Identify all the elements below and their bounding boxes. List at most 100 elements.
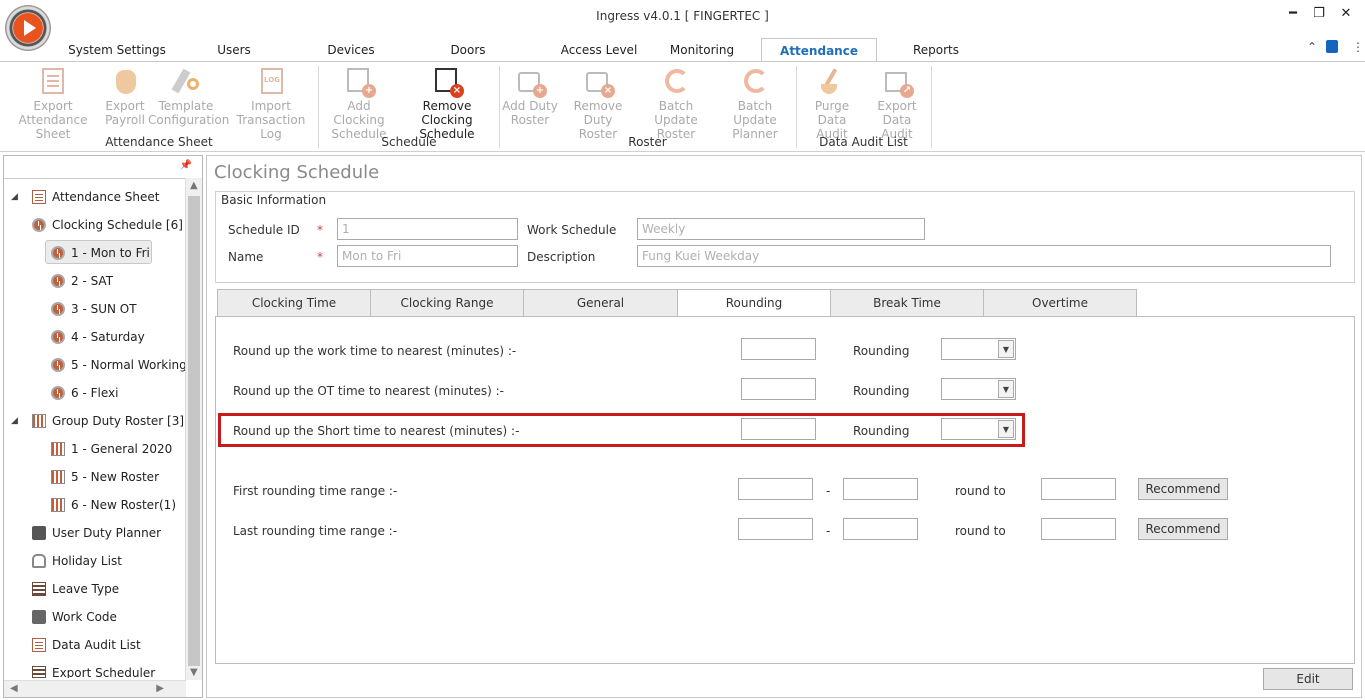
document-icon: [32, 637, 46, 652]
scroll-thumb[interactable]: [188, 196, 200, 666]
clock-icon: [51, 357, 65, 372]
scroll-up-icon[interactable]: ▲: [190, 180, 198, 191]
tree-item-data-audit-list[interactable]: Data Audit List: [32, 633, 141, 657]
chevron-down-icon[interactable]: ▼: [998, 380, 1014, 398]
tree-item-holiday-list[interactable]: Holiday List: [32, 549, 122, 573]
restore-button[interactable]: ❐: [1308, 4, 1330, 24]
tree-item-user-duty-planner[interactable]: User Duty Planner: [32, 521, 161, 545]
last-range-from-input[interactable]: [738, 518, 813, 540]
tree-item-leave-type[interactable]: Leave Type: [32, 577, 119, 601]
rounding-label: Rounding: [853, 344, 910, 358]
ot-time-rounding-input[interactable]: [741, 378, 816, 400]
close-button[interactable]: ✕: [1335, 4, 1357, 24]
office-icon[interactable]: Office: [1326, 40, 1338, 53]
tab-general[interactable]: General: [523, 289, 678, 317]
export-data-audit-button[interactable]: ↗ Export Data Audit: [866, 66, 928, 141]
tree-item-schedule-4[interactable]: 4 - Saturday: [51, 325, 145, 349]
last-range-recommend-button[interactable]: Recommend: [1138, 518, 1228, 540]
batch-update-planner-button[interactable]: Batch Update Planner: [716, 66, 794, 141]
more-options-icon[interactable]: ⋮: [1352, 40, 1364, 54]
page-title: Clocking Schedule: [214, 162, 380, 183]
tree-item-schedule-3[interactable]: 3 - SUN OT: [51, 297, 137, 321]
name-label: Name: [228, 250, 264, 264]
tree-item-work-code[interactable]: Work Code: [32, 605, 117, 629]
short-time-rounding-select[interactable]: ▼: [941, 418, 1016, 440]
menu-tab-doors[interactable]: Doors: [436, 38, 500, 62]
export-payroll-button[interactable]: Export Payroll: [104, 66, 146, 127]
tab-overtime[interactable]: Overtime: [983, 289, 1137, 317]
first-range-to-input[interactable]: [843, 478, 918, 500]
menu-tab-reports[interactable]: Reports: [900, 38, 972, 62]
range-dash: -: [826, 524, 831, 538]
chevron-down-icon[interactable]: ▼: [998, 420, 1014, 438]
menu-tab-monitoring[interactable]: Monitoring: [664, 38, 740, 62]
tab-rounding[interactable]: Rounding: [677, 289, 831, 318]
collapse-ribbon-icon[interactable]: ⌃: [1307, 40, 1317, 54]
last-range-to-input[interactable]: [843, 518, 918, 540]
chevron-down-icon[interactable]: ▼: [998, 340, 1014, 358]
scroll-down-icon[interactable]: ▼: [190, 667, 198, 678]
tree-item-schedule-2[interactable]: 2 - SAT: [51, 269, 113, 293]
scroll-left-icon[interactable]: ◀: [10, 683, 18, 694]
vertical-scrollbar[interactable]: ▲ ▼: [185, 178, 202, 680]
first-range-recommend-button[interactable]: Recommend: [1138, 478, 1228, 500]
remove-duty-roster-button[interactable]: × Remove Duty Roster: [561, 66, 635, 141]
pin-icon[interactable]: 📌: [180, 160, 192, 171]
menu-tab-users[interactable]: Users: [200, 38, 268, 62]
horizontal-scrollbar[interactable]: ◀ ▶: [4, 680, 186, 697]
tree-item-roster-1[interactable]: 1 - General 2020: [51, 437, 172, 461]
schedule-id-label: Schedule ID: [228, 223, 300, 237]
scroll-right-icon[interactable]: ▶: [156, 683, 164, 694]
batch-update-roster-button[interactable]: Batch Update Roster: [638, 66, 714, 141]
last-range-round-to-input[interactable]: [1041, 518, 1116, 540]
tab-clocking-time[interactable]: Clocking Time: [217, 289, 371, 317]
import-transaction-log-button[interactable]: LOG Import Transaction Log: [227, 66, 315, 141]
description-label: Description: [527, 250, 596, 264]
template-configuration-button[interactable]: Template Configuration: [148, 66, 229, 127]
description-field[interactable]: Fung Kuei Weekday: [637, 245, 1331, 267]
spreadsheet-icon: [38, 66, 68, 96]
tree-item-schedule-5[interactable]: 5 - Normal Working I: [51, 353, 186, 377]
expand-icon[interactable]: ◢: [11, 416, 18, 426]
work-schedule-label: Work Schedule: [527, 223, 617, 237]
purge-data-audit-button[interactable]: Purge Data Audit: [800, 66, 864, 141]
tree-item-roster-6[interactable]: 6 - New Roster(1): [51, 493, 176, 517]
first-range-from-input[interactable]: [738, 478, 813, 500]
ribbon-separator: [931, 66, 932, 148]
title-bar: Ingress v4.0.1 [ FINGERTEC ] ━ ❐ ✕: [0, 0, 1365, 51]
work-time-rounding-select[interactable]: ▼: [941, 338, 1016, 360]
basic-information-legend: Basic Information: [219, 193, 329, 207]
tree-item-schedule-1[interactable]: 1 - Mon to Fri: [45, 240, 152, 264]
tree-item-attendance-sheet[interactable]: Attendance Sheet: [32, 185, 159, 209]
remove-clocking-schedule-button[interactable]: × Remove Clocking Schedule: [398, 66, 496, 141]
schedule-id-field[interactable]: 1: [337, 218, 518, 240]
tree-item-clocking-schedule[interactable]: Clocking Schedule [6]: [32, 213, 183, 237]
round-to-label: round to: [955, 524, 1006, 538]
export-attendance-sheet-button[interactable]: Export Attendance Sheet: [4, 66, 102, 141]
work-time-rounding-input[interactable]: [741, 338, 816, 360]
ot-time-rounding-select[interactable]: ▼: [941, 378, 1016, 400]
work-time-rounding-label: Round up the work time to nearest (minut…: [233, 344, 517, 358]
add-schedule-icon: +: [344, 66, 376, 98]
first-range-round-to-input[interactable]: [1041, 478, 1116, 500]
menu-tab-system-settings[interactable]: System Settings: [62, 38, 172, 62]
minimize-button[interactable]: ━: [1282, 4, 1304, 24]
tree-item-schedule-6[interactable]: 6 - Flexi: [51, 381, 118, 405]
tab-clocking-range[interactable]: Clocking Range: [370, 289, 524, 317]
tree-item-export-scheduler[interactable]: Export Scheduler: [32, 661, 155, 678]
tree-item-group-duty-roster[interactable]: Group Duty Roster [3]: [32, 409, 184, 433]
edit-button[interactable]: Edit: [1263, 668, 1353, 690]
name-field[interactable]: Mon to Fri: [337, 245, 518, 267]
tree-item-roster-5[interactable]: 5 - New Roster: [51, 465, 159, 489]
add-duty-roster-button[interactable]: + Add Duty Roster: [502, 66, 558, 127]
menu-tab-access-level[interactable]: Access Level: [540, 38, 658, 62]
range-dash: -: [826, 484, 831, 498]
tab-break-time[interactable]: Break Time: [830, 289, 984, 317]
menu-tab-devices[interactable]: Devices: [316, 38, 386, 62]
short-time-rounding-input[interactable]: [741, 418, 816, 440]
menu-tab-attendance[interactable]: Attendance: [761, 38, 877, 62]
expand-icon[interactable]: ◢: [11, 192, 18, 202]
first-rounding-range-label: First rounding time range :-: [233, 484, 398, 498]
work-schedule-field[interactable]: Weekly: [637, 218, 925, 240]
add-clocking-schedule-button[interactable]: + Add Clocking Schedule: [322, 66, 396, 141]
